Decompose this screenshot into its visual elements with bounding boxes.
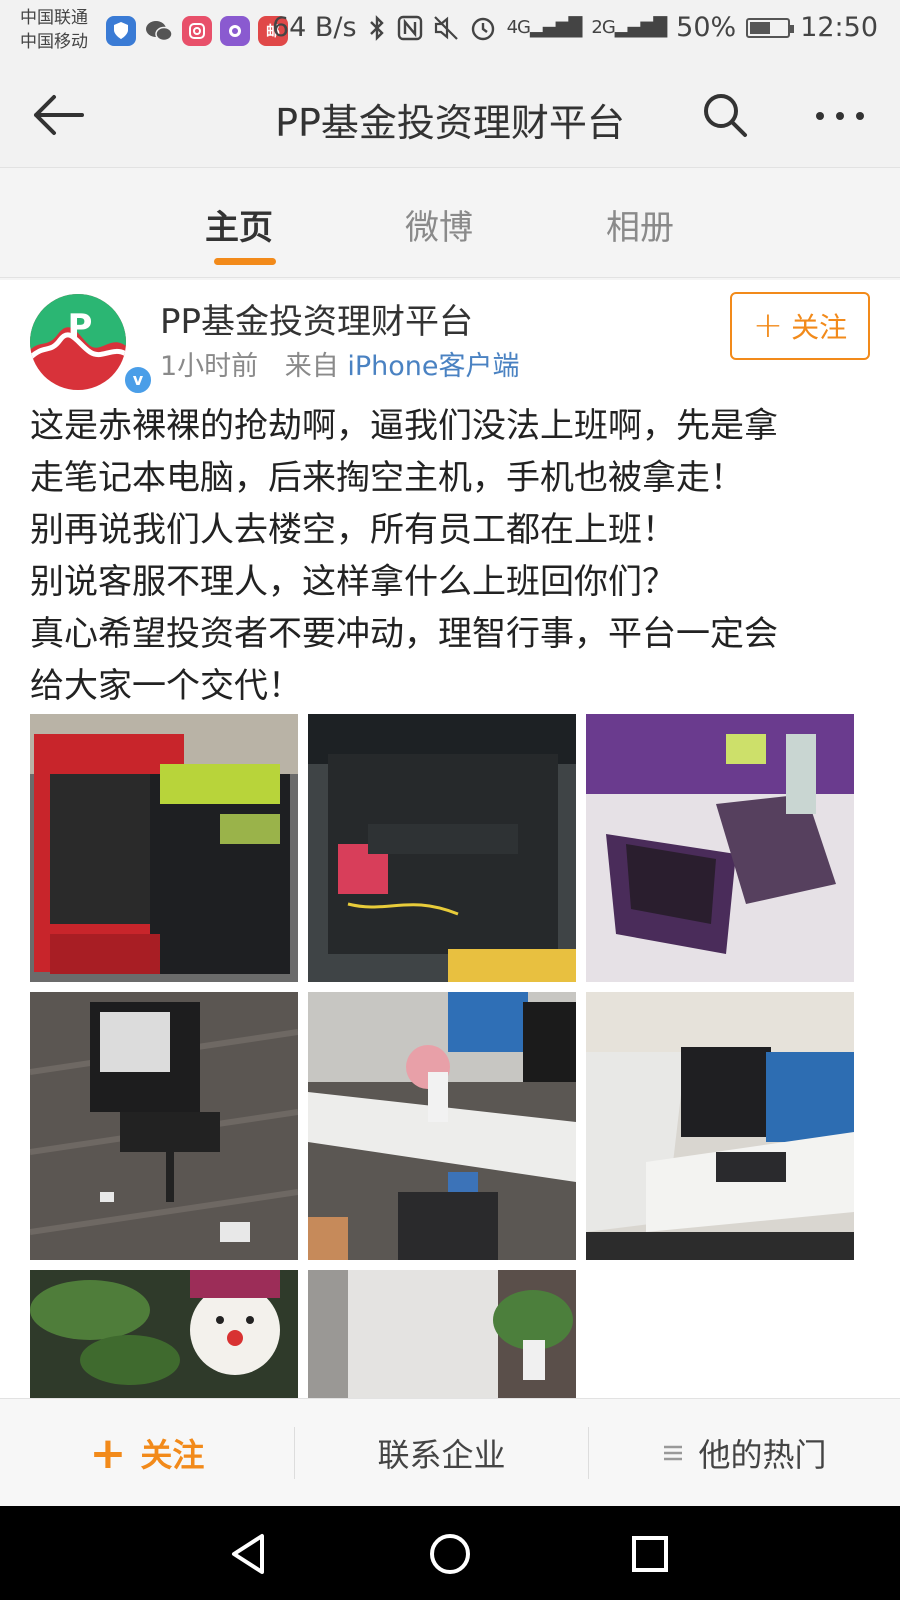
home-circle-icon[interactable]	[422, 1526, 478, 1582]
profile-tabs: 主页 微博 相册	[0, 170, 900, 278]
photo-office-workstation[interactable]	[586, 992, 854, 1260]
follow-action-label: 关注	[140, 1436, 205, 1474]
verified-badge-icon: v	[122, 364, 154, 396]
tab-home[interactable]: 主页	[205, 200, 273, 249]
signal-1-label: 4G	[506, 17, 531, 38]
bluetooth-icon	[369, 14, 384, 41]
post-line: 走笔记本电脑，后来掏空主机，手机也被拿走！	[30, 458, 744, 498]
wechat-icon	[144, 16, 174, 46]
photo-messy-desk[interactable]	[308, 992, 576, 1260]
post-card: P v PP基金投资理财平台 1小时前 来自 iPhone客户端 + 关注 这是…	[0, 280, 900, 1398]
bottom-action-bar: + 关注 联系企业 他的热门	[0, 1398, 900, 1506]
post-line: 给大家一个交代！	[30, 666, 302, 706]
post-line: 真心希望投资者不要冲动，理智行事，平台一定会	[30, 614, 778, 654]
alarm-icon	[471, 17, 494, 40]
avatar[interactable]: P v	[30, 294, 154, 396]
carrier-2: 中国移动	[20, 32, 88, 52]
photo-plant-snowman-toy[interactable]	[30, 1270, 298, 1398]
post-meta: 1小时前 来自 iPhone客户端	[160, 344, 520, 383]
photo-disassembled-laptop[interactable]	[586, 714, 854, 982]
source-prefix: 来自	[284, 351, 339, 382]
signal-2: 2G▂▄▆█	[591, 17, 667, 38]
photo-app-icon	[182, 16, 212, 46]
network-speed: 64 B/s	[271, 12, 357, 43]
shield-app-icon	[106, 16, 136, 46]
status-bar: 中国联通 中国移动 邮 64 B/s 4G▂▄▆█ 2G▂▄▆█ 50% 12:…	[0, 0, 900, 64]
post-time: 1小时前	[160, 351, 259, 382]
photo-office-plant[interactable]	[308, 1270, 576, 1398]
signal-2-label: 2G	[591, 17, 615, 38]
photo-opened-pc-chassis[interactable]	[308, 714, 576, 982]
photo-gutted-red-pc-case[interactable]	[30, 714, 298, 982]
post-line: 别说客服不理人，这样拿什么上班回你们？	[30, 562, 676, 602]
hot-posts-label: 他的热门	[698, 1436, 827, 1474]
hot-posts-button[interactable]: 他的热门	[589, 1399, 900, 1507]
status-right: 64 B/s 4G▂▄▆█ 2G▂▄▆█ 50% 12:50	[272, 12, 878, 43]
recent-apps-square-icon[interactable]	[622, 1526, 678, 1582]
carrier-1: 中国联通	[20, 8, 88, 28]
system-navigation-bar	[0, 1506, 900, 1600]
photo-office-chair-floor[interactable]	[30, 992, 298, 1260]
more-options-icon[interactable]	[810, 96, 870, 136]
tab-album[interactable]: 相册	[606, 200, 674, 249]
avatar-letter: P	[68, 307, 93, 347]
back-triangle-icon[interactable]	[222, 1526, 278, 1582]
plus-icon: +	[89, 1427, 127, 1479]
post-line: 别再说我们人去楼空，所有员工都在上班！	[30, 510, 676, 550]
battery-percent: 50%	[676, 12, 737, 43]
search-icon[interactable]	[700, 90, 750, 140]
battery-icon	[746, 17, 795, 38]
notification-icons: 邮	[106, 16, 288, 46]
clock: 12:50	[800, 12, 878, 43]
post-line: 这是赤裸裸的抢劫啊，逼我们没法上班啊，先是拿	[30, 406, 778, 446]
follow-button[interactable]: + 关注	[730, 292, 870, 360]
page-title: PP基金投资理财平台	[275, 101, 625, 145]
plus-icon: +	[752, 305, 784, 346]
post-source[interactable]: iPhone客户端	[347, 351, 519, 382]
contact-company-label: 联系企业	[377, 1436, 506, 1474]
author-name[interactable]: PP基金投资理财平台	[160, 294, 473, 343]
signal-1: 4G▂▄▆█	[506, 17, 583, 38]
carrier-info: 中国联通 中国移动	[20, 6, 88, 54]
contact-company-button[interactable]: 联系企业	[295, 1399, 588, 1507]
active-tab-indicator	[214, 258, 276, 265]
mute-icon	[433, 15, 458, 40]
tab-weibo[interactable]: 微博	[405, 200, 473, 249]
follow-action-button[interactable]: + 关注	[0, 1399, 294, 1507]
avatar-logo: P	[30, 294, 126, 390]
list-icon	[664, 1445, 683, 1461]
navigation-bar: PP基金投资理财平台	[0, 64, 900, 168]
post-text: 这是赤裸裸的抢劫啊，逼我们没法上班啊，先是拿 走笔记本电脑，后来掏空主机，手机也…	[30, 400, 875, 712]
game-app-icon	[220, 16, 250, 46]
follow-button-label: 关注	[791, 311, 848, 344]
nfc-icon	[397, 15, 422, 40]
